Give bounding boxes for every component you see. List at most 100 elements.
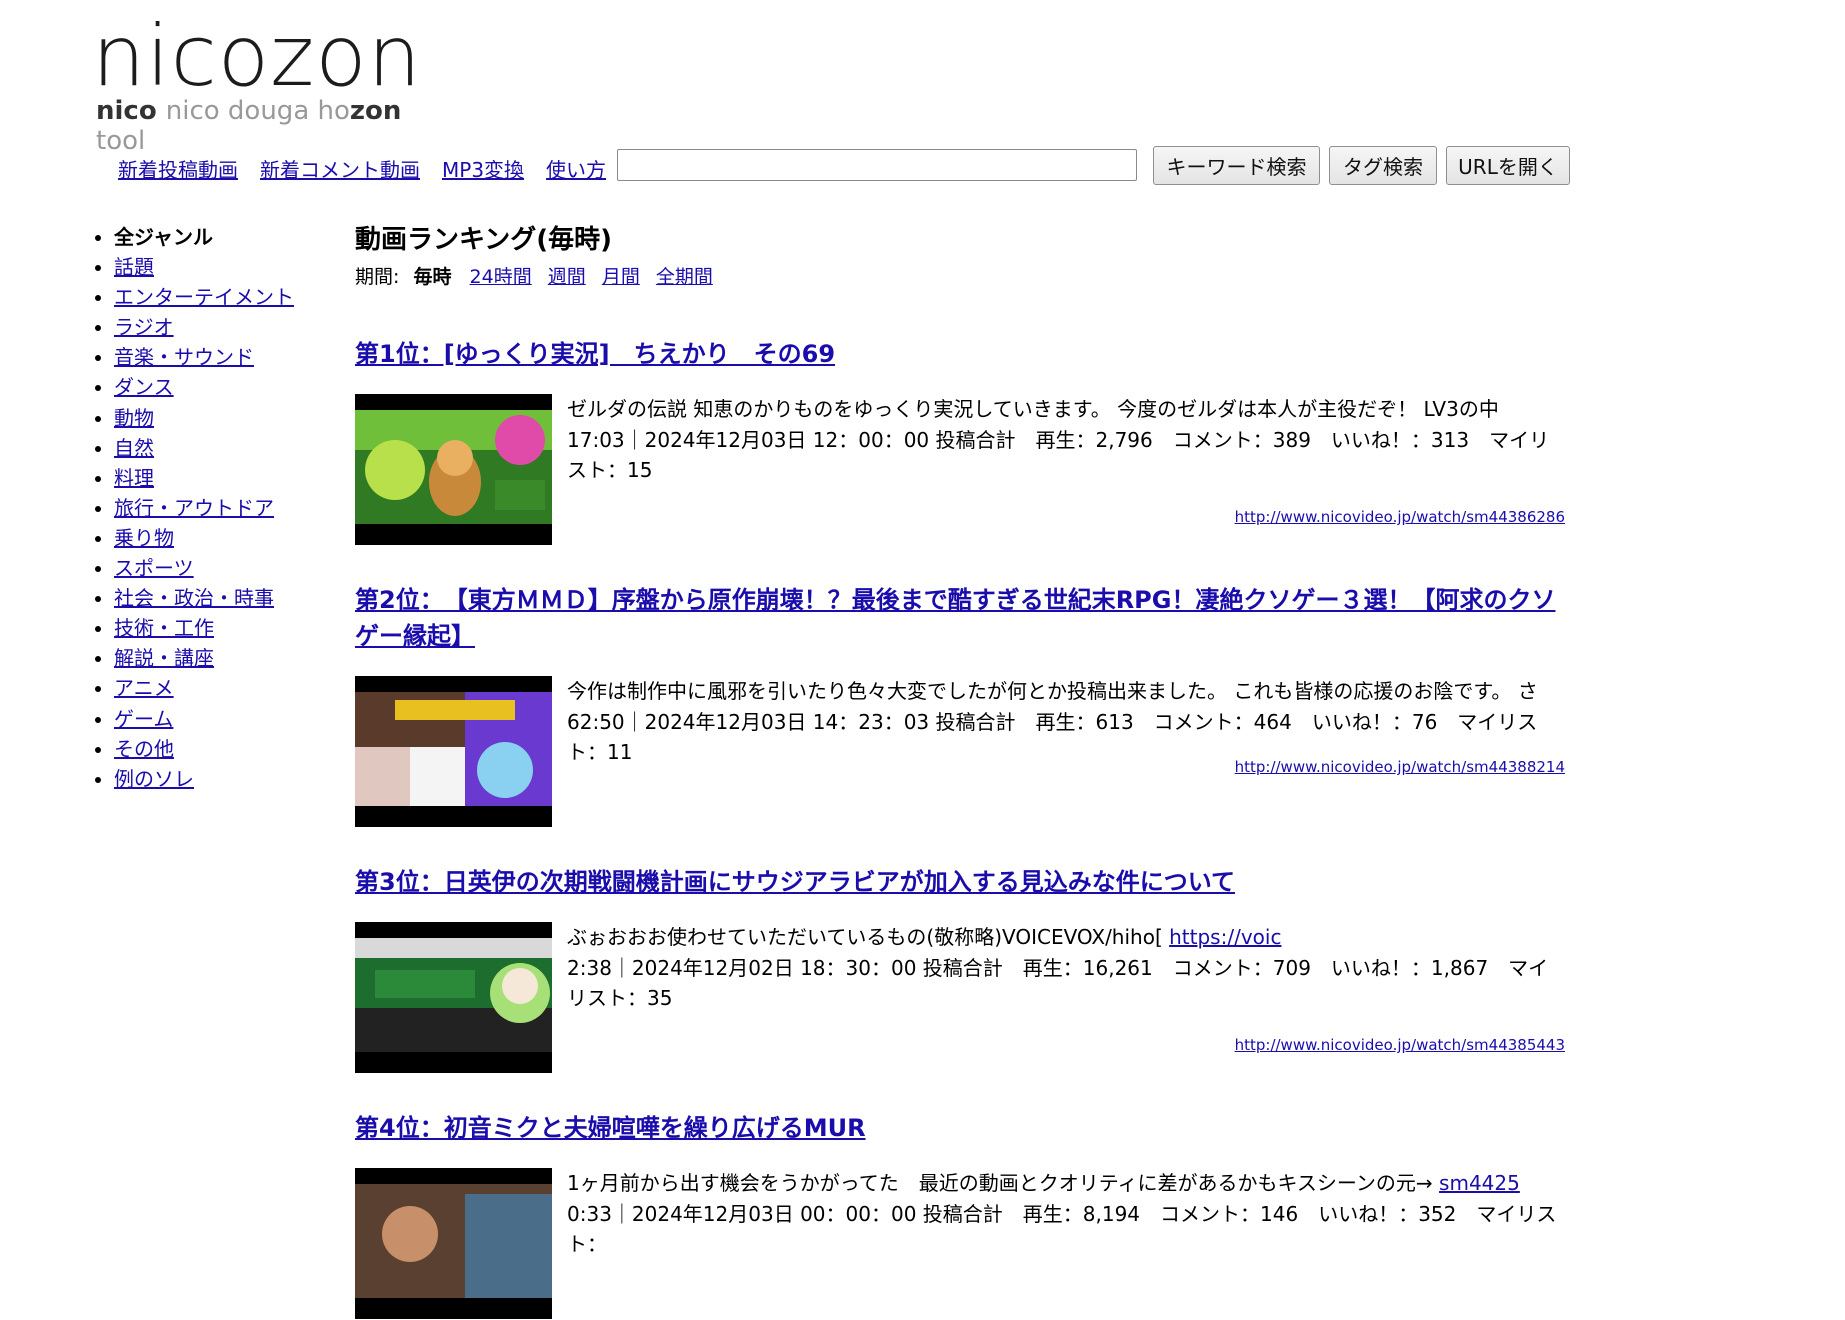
sidebar-genre-item[interactable]: 例のソレ: [114, 764, 332, 794]
sidebar-genre-item[interactable]: 話題: [114, 252, 332, 282]
entry-title: 第3位：日英伊の次期戦闘機計画にサウジアラビアが加入する見込みな件について: [355, 864, 1565, 900]
sidebar-genre-link[interactable]: 旅行・アウトドア: [114, 496, 274, 520]
main-content: 動画ランキング(毎時) 期間: 毎時 24時間 週間 月間 全期間 第1位：[ゆ…: [355, 218, 1565, 1319]
entry-description-text: ぶぉおおお使わせていただいているもの(敬称略)VOICEVOX/hiho[: [567, 925, 1163, 949]
entry-info: ゼルダの伝説 知恵のかりものをゆっくり実況していきます。 今度のゼルダは本人が主…: [567, 394, 1557, 486]
sidebar-genre-item[interactable]: ダンス: [114, 372, 332, 402]
entry-body: ぶぉおおお使わせていただいているもの(敬称略)VOICEVOX/hiho[ ht…: [355, 922, 1565, 1074]
sidebar-genre-item[interactable]: 乗り物: [114, 523, 332, 553]
period-current: 毎時: [413, 266, 452, 288]
tag-search-button[interactable]: タグ検索: [1329, 146, 1437, 185]
entry-body: ゼルダの伝説 知恵のかりものをゆっくり実況していきます。 今度のゼルダは本人が主…: [355, 394, 1565, 546]
entry-description: ゼルダの伝説 知恵のかりものをゆっくり実況していきます。 今度のゼルダは本人が主…: [567, 397, 1499, 421]
entry-title-link[interactable]: 第2位： 【東方ＭＭＤ】序盤から原作崩壊！？最後まで酷すぎる世紀末RPG！凄絶ク…: [355, 586, 1555, 650]
sidebar-genre-item[interactable]: 旅行・アウトドア: [114, 493, 332, 523]
logo-tagline-part: nico: [96, 96, 166, 126]
sidebar-genre-link[interactable]: 動物: [114, 406, 154, 430]
logo-tagline-part: nico douga: [165, 96, 318, 126]
entry-description-text: 1ヶ月前から出す機会をうかがってた 最近の動画とクオリティに差があるかもキスシー…: [567, 1171, 1440, 1195]
sidebar-genre-link[interactable]: ダンス: [114, 375, 174, 399]
sidebar-genre-item[interactable]: 社会・政治・時事: [114, 583, 332, 613]
sidebar-genre-link[interactable]: 例のソレ: [114, 767, 194, 791]
thumbnail-image: [355, 1184, 552, 1298]
ranking-entry: 第1位：[ゆっくり実況] ちえかり その69 ゼルダの伝説 知恵のかりものをゆっ…: [355, 336, 1565, 546]
sidebar-genre-item[interactable]: 自然: [114, 433, 332, 463]
entry-description-link[interactable]: sm4425: [1439, 1171, 1520, 1195]
period-month-link[interactable]: 月間: [602, 266, 640, 288]
period-all-link[interactable]: 全期間: [656, 266, 713, 288]
sidebar-genre-link[interactable]: ラジオ: [114, 315, 174, 339]
sidebar-genre-link[interactable]: 料理: [114, 466, 154, 490]
entry-title-link[interactable]: 第4位：初音ミクと夫婦喧嘩を繰り広げるMUR: [355, 1114, 866, 1142]
sidebar-genre-item[interactable]: ラジオ: [114, 312, 332, 342]
thumbnail-image: [355, 692, 552, 806]
genre-sidebar: 全ジャンル話題エンターテイメントラジオ音楽・サウンドダンス動物自然料理旅行・アウ…: [92, 222, 332, 794]
entry-description: ぶぉおおお使わせていただいているもの(敬称略)VOICEVOX/hiho[ ht…: [567, 922, 1557, 953]
genre-list: 全ジャンル話題エンターテイメントラジオ音楽・サウンドダンス動物自然料理旅行・アウ…: [92, 222, 332, 794]
thumbnail-image: [355, 938, 552, 1052]
entry-url-link[interactable]: http://www.nicovideo.jp/watch/sm44386286: [1235, 508, 1565, 526]
nav-new-comments[interactable]: 新着コメント動画: [260, 154, 420, 183]
video-thumbnail[interactable]: [355, 1168, 552, 1319]
entry-title-link[interactable]: 第1位：[ゆっくり実況] ちえかり その69: [355, 340, 835, 368]
video-thumbnail[interactable]: [355, 922, 552, 1073]
sidebar-genre-item: 全ジャンル: [114, 222, 332, 252]
period-week-link[interactable]: 週間: [548, 266, 586, 288]
thumbnail-image: [355, 410, 552, 524]
sidebar-genre-link[interactable]: 技術・工作: [114, 616, 214, 640]
sidebar-genre-link[interactable]: アニメ: [114, 676, 174, 700]
entry-description: 1ヶ月前から出す機会をうかがってた 最近の動画とクオリティに差があるかもキスシー…: [567, 1168, 1557, 1199]
sidebar-genre-link[interactable]: スポーツ: [114, 556, 194, 580]
sidebar-genre-item[interactable]: 動物: [114, 403, 332, 433]
sidebar-genre-item[interactable]: 解説・講座: [114, 643, 332, 673]
entry-info: 1ヶ月前から出す機会をうかがってた 最近の動画とクオリティに差があるかもキスシー…: [567, 1168, 1557, 1260]
logo-tagline-part: zon: [349, 96, 402, 126]
search-input[interactable]: [617, 149, 1137, 181]
nav-mp3-convert[interactable]: MP3変換: [442, 154, 524, 183]
sidebar-genre-link[interactable]: 自然: [114, 436, 154, 460]
entry-body: 今作は制作中に風邪を引いたり色々大変でしたが何とか投稿出来ました。 これも皆様の…: [355, 676, 1565, 828]
sidebar-genre-item[interactable]: 料理: [114, 463, 332, 493]
sidebar-genre-item[interactable]: その他: [114, 734, 332, 764]
entry-url-link[interactable]: http://www.nicovideo.jp/watch/sm44385443: [1235, 1036, 1565, 1054]
sidebar-genre-item[interactable]: 技術・工作: [114, 613, 332, 643]
entry-title-link[interactable]: 第3位：日英伊の次期戦闘機計画にサウジアラビアが加入する見込みな件について: [355, 868, 1235, 896]
sidebar-genre-link[interactable]: 乗り物: [114, 526, 174, 550]
period-label: 期間:: [355, 266, 400, 288]
ranking-entry: 第3位：日英伊の次期戦闘機計画にサウジアラビアが加入する見込みな件について ぶぉ…: [355, 864, 1565, 1074]
logo-wordmark: nicozon: [92, 7, 422, 105]
entry-stats: 17:03｜2024年12月03日 12：00：00 投稿合計 再生：2,796…: [567, 427, 1550, 483]
keyword-search-button[interactable]: キーワード検索: [1153, 146, 1320, 185]
entry-title: 第2位： 【東方ＭＭＤ】序盤から原作崩壊！？最後まで酷すぎる世紀末RPG！凄絶ク…: [355, 582, 1565, 654]
video-thumbnail[interactable]: [355, 676, 552, 827]
sidebar-genre-item[interactable]: スポーツ: [114, 553, 332, 583]
ranking-entry: 第4位：初音ミクと夫婦喧嘩を繰り広げるMUR 1ヶ月前から出す機会をうかがってた…: [355, 1110, 1565, 1320]
open-url-button[interactable]: URLを開く: [1446, 146, 1570, 185]
sidebar-genre-link[interactable]: 解説・講座: [114, 646, 214, 670]
sidebar-genre-item[interactable]: エンターテイメント: [114, 282, 332, 312]
entry-stats: 0:33｜2024年12月03日 00：00：00 投稿合計 再生：8,194 …: [567, 1201, 1557, 1257]
sidebar-genre-link[interactable]: 音楽・サウンド: [114, 345, 254, 369]
entry-title: 第1位：[ゆっくり実況] ちえかり その69: [355, 336, 1565, 372]
sidebar-genre-item[interactable]: ゲーム: [114, 704, 332, 734]
sidebar-genre-link[interactable]: 社会・政治・時事: [114, 586, 274, 610]
nav-new-videos[interactable]: 新着投稿動画: [118, 154, 238, 183]
site-logo[interactable]: nicozon nico nico douga hozon tool: [92, 7, 452, 156]
top-nav: 新着投稿動画 新着コメント動画 MP3変換 使い方: [118, 148, 628, 188]
sidebar-genre-item[interactable]: 音楽・サウンド: [114, 342, 332, 372]
entry-body: 1ヶ月前から出す機会をうかがってた 最近の動画とクオリティに差があるかもキスシー…: [355, 1168, 1565, 1320]
ranking-entry: 第2位： 【東方ＭＭＤ】序盤から原作崩壊！？最後まで酷すぎる世紀末RPG！凄絶ク…: [355, 582, 1565, 828]
sidebar-genre-link[interactable]: その他: [114, 737, 174, 761]
period-24h-link[interactable]: 24時間: [470, 266, 532, 288]
sidebar-genre-link[interactable]: 話題: [114, 255, 154, 279]
sidebar-genre-link[interactable]: エンターテイメント: [114, 285, 294, 309]
video-thumbnail[interactable]: [355, 394, 552, 545]
entry-description-link[interactable]: https://voic: [1169, 925, 1281, 949]
page-title: 動画ランキング(毎時): [355, 225, 612, 255]
period-selector: 期間: 毎時 24時間 週間 月間 全期間: [355, 262, 1565, 292]
entry-url-link[interactable]: http://www.nicovideo.jp/watch/sm44388214: [1235, 758, 1565, 776]
sidebar-genre-link[interactable]: ゲーム: [114, 707, 173, 731]
nav-how-to-use[interactable]: 使い方: [546, 154, 606, 183]
sidebar-genre-item[interactable]: アニメ: [114, 673, 332, 703]
entry-info: 今作は制作中に風邪を引いたり色々大変でしたが何とか投稿出来ました。 これも皆様の…: [567, 676, 1557, 768]
